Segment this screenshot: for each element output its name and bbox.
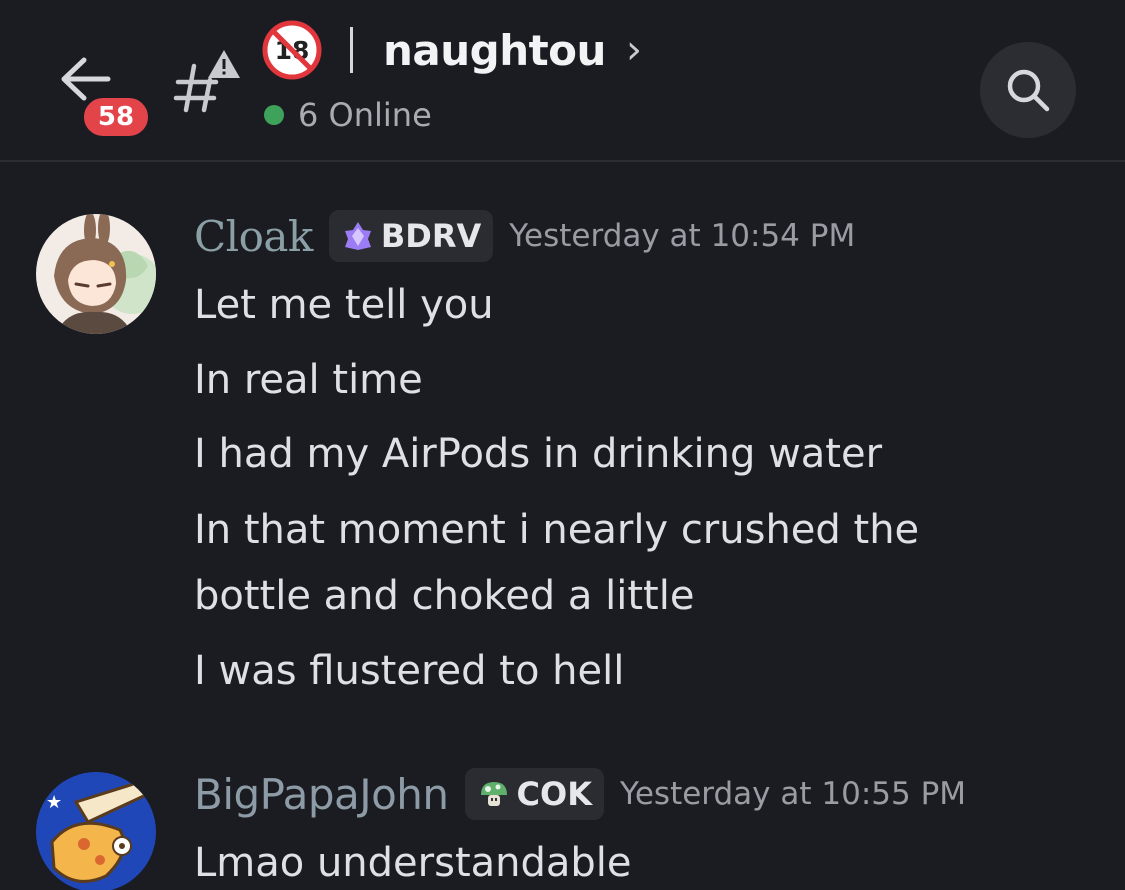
online-status: 6 Online: [264, 96, 432, 134]
username[interactable]: Cloak: [194, 212, 313, 261]
channel-name: naughtou: [383, 25, 606, 75]
message-text: bottle and choked a little: [194, 573, 695, 619]
online-count: 6 Online: [298, 96, 432, 134]
tag-label: COK: [516, 775, 593, 813]
guild-tag[interactable]: COK: [464, 768, 605, 820]
message-header: BigPapaJohn COK Yesterday at 10:55 PM: [194, 766, 966, 822]
channel-title-button[interactable]: 18 naughtou ›: [262, 18, 642, 82]
title-divider: [350, 27, 353, 73]
timestamp: Yesterday at 10:54 PM: [509, 218, 856, 254]
message-text: I was flustered to hell: [194, 648, 625, 694]
message-header: Cloak BDRV Yesterday at 10:54 PM: [194, 208, 855, 264]
channel-header: 58 18 naughtou ›: [0, 0, 1125, 162]
username[interactable]: BigPapaJohn: [194, 770, 449, 819]
avatar[interactable]: [36, 214, 156, 334]
chat-screen: 58 18 naughtou ›: [0, 0, 1125, 890]
unread-badge: 58: [80, 94, 152, 140]
chevron-right-icon: ›: [625, 27, 642, 73]
timestamp: Yesterday at 10:55 PM: [620, 776, 967, 812]
svg-text:★: ★: [46, 792, 62, 813]
tag-label: BDRV: [380, 217, 482, 255]
no-18-icon: 18: [262, 20, 322, 80]
hashtag-warning-icon: [172, 44, 244, 116]
avatar[interactable]: ★: [36, 772, 156, 890]
guild-tag[interactable]: BDRV: [328, 210, 494, 262]
purple-crystal-icon: [344, 222, 371, 250]
search-button[interactable]: [980, 42, 1076, 138]
message-text: In real time: [194, 357, 423, 403]
message-text: Let me tell you: [194, 282, 494, 328]
message-text: I had my AirPods in drinking water: [194, 431, 883, 477]
online-dot-icon: [264, 105, 284, 125]
message-text: In that moment i nearly crushed the: [194, 507, 920, 553]
message-text: Lmao understandable: [194, 840, 632, 886]
mushroom-icon: [480, 782, 507, 806]
search-icon: [1007, 69, 1050, 112]
